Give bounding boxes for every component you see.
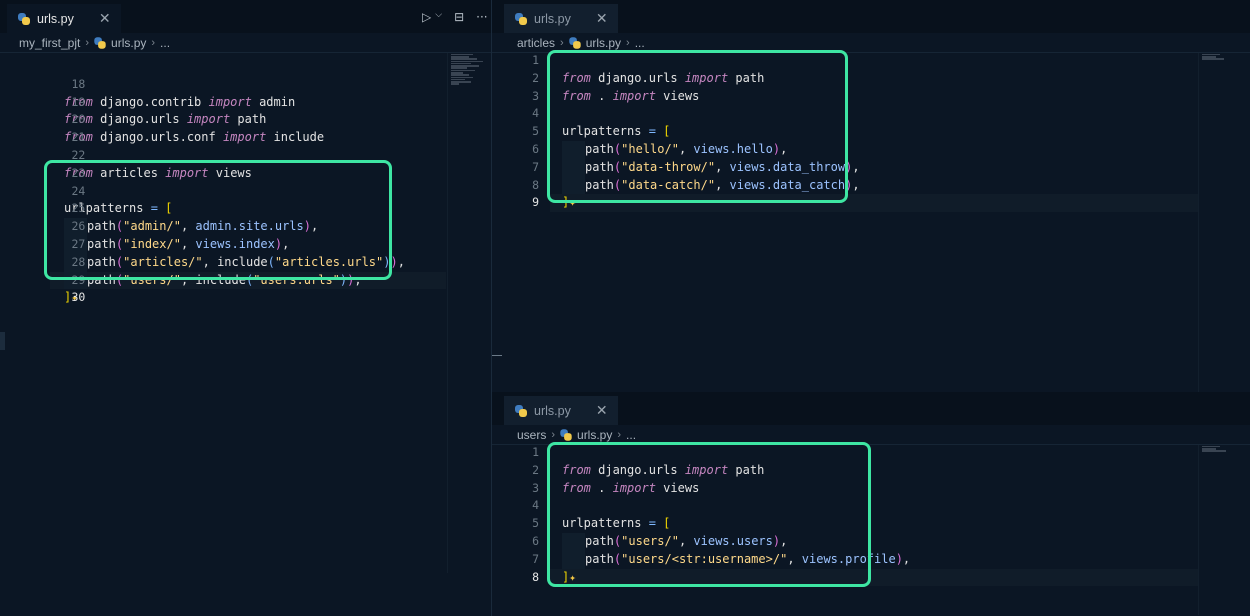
python-file-icon — [560, 428, 572, 441]
line-number: 7 — [532, 159, 539, 174]
articles-editor-pane: urls.py ✕ articles › urls.py › ... 1 fro… — [492, 0, 1250, 396]
breadcrumb: my_first_pjt › urls.py › ... — [0, 33, 491, 53]
breadcrumb: articles › urls.py › ... — [492, 33, 1250, 53]
code-line: 30 — [0, 272, 491, 304]
code-line: 25 path("admin/", admin.site.urls), — [0, 183, 491, 236]
python-file-icon — [568, 36, 581, 49]
line-number: 1 — [532, 53, 539, 67]
chevron-right-icon: › — [85, 36, 90, 49]
code-line: 29 ]✦ — [0, 254, 491, 305]
line-number: 1 — [532, 445, 539, 459]
breadcrumb-symbol[interactable]: ... — [160, 36, 170, 50]
editor-actions: ▷ ⌵ ⊟ ··· — [422, 10, 488, 24]
close-icon[interactable]: ✕ — [596, 402, 608, 419]
breadcrumb-file[interactable]: urls.py — [577, 428, 612, 442]
code-line: 18 from django.contrib import admin — [0, 58, 491, 109]
python-file-icon — [515, 404, 527, 417]
close-icon[interactable]: ✕ — [596, 10, 608, 27]
breadcrumb-folder[interactable]: users — [517, 428, 546, 442]
code-line: 27 path("articles/", include("articles.u… — [0, 218, 491, 272]
breadcrumb-folder[interactable]: my_first_pjt — [19, 36, 80, 50]
minimap[interactable] — [1198, 445, 1242, 615]
minimap[interactable] — [1198, 53, 1242, 393]
tab-articles-urls-py[interactable]: urls.py ✕ — [504, 4, 618, 33]
code-line: 26 path("index/", views.index), — [0, 200, 491, 254]
run-icon[interactable]: ▷ — [422, 10, 431, 24]
breadcrumb-folder[interactable]: articles — [517, 36, 555, 50]
code-line: 20 from django.urls.conf import include — [0, 94, 491, 144]
line-number: 7 — [532, 551, 539, 566]
python-file-icon — [515, 12, 527, 25]
breadcrumb-symbol[interactable]: ... — [635, 36, 645, 50]
line-number: 6 — [532, 533, 539, 548]
line-number: 9 — [532, 195, 539, 210]
chevron-right-icon: › — [151, 36, 156, 49]
chevron-right-icon: › — [551, 428, 556, 441]
articles-tab-bar: urls.py ✕ — [492, 0, 1250, 33]
line-number: 3 — [532, 480, 539, 495]
line-number: 8 — [532, 569, 539, 584]
users-tab-bar: urls.py ✕ — [492, 392, 1250, 425]
code-area[interactable]: 1 from django.urls import path 2 from . … — [492, 52, 1250, 213]
code-area[interactable]: 1 from django.urls import path 2 from . … — [492, 444, 1250, 587]
line-number: 8 — [532, 177, 539, 192]
line-number: 6 — [532, 141, 539, 156]
tab-urls-py-main[interactable]: urls.py ✕ — [7, 4, 121, 33]
breadcrumb: users › urls.py › ... — [492, 425, 1250, 445]
line-number: 4 — [532, 106, 539, 121]
line-number: 5 — [532, 124, 539, 139]
code-line: 19 from django.urls import path — [0, 76, 491, 127]
code-line: 23 — [0, 147, 491, 180]
left-tab-bar: urls.py ✕ ▷ ⌵ ⊟ ··· — [0, 0, 491, 33]
more-actions-icon[interactable]: ··· — [476, 10, 487, 24]
line-number: 2 — [532, 462, 539, 477]
scroll-indicator[interactable] — [0, 332, 5, 350]
code-line: 21 — [0, 111, 491, 144]
line-number: 2 — [532, 70, 539, 85]
tab-label: urls.py — [534, 11, 571, 26]
breadcrumb-file[interactable]: urls.py — [111, 36, 146, 50]
line-number: 5 — [532, 516, 539, 531]
minimap[interactable] — [447, 53, 491, 573]
sash-handle[interactable] — [492, 355, 502, 356]
chevron-down-icon[interactable]: ⌵ — [435, 10, 442, 24]
tab-users-urls-py[interactable]: urls.py ✕ — [504, 396, 618, 425]
chevron-right-icon: › — [560, 36, 564, 49]
split-editor-icon[interactable]: ⊟ — [454, 10, 464, 24]
chevron-right-icon: › — [626, 36, 630, 49]
line-number: 30 — [71, 290, 86, 305]
code-area[interactable]: 18 from django.contrib import admin 19 f… — [0, 58, 491, 305]
chevron-right-icon: › — [617, 428, 622, 441]
breadcrumb-file[interactable]: urls.py — [586, 36, 621, 50]
line-number: 3 — [532, 88, 539, 103]
users-editor-pane: urls.py ✕ users › urls.py › ... 1 from d… — [492, 392, 1250, 616]
left-editor-pane: urls.py ✕ ▷ ⌵ ⊟ ··· my_first_pjt › urls.… — [0, 0, 491, 616]
close-icon[interactable]: ✕ — [99, 10, 111, 27]
breadcrumb-symbol[interactable]: ... — [626, 428, 636, 442]
tab-label: urls.py — [534, 403, 571, 418]
python-file-icon — [94, 36, 106, 49]
tab-label: urls.py — [37, 11, 74, 26]
python-file-icon — [18, 12, 30, 25]
line-number: 4 — [532, 498, 539, 513]
code-line: 24 urlpatterns = [ — [0, 165, 491, 216]
code-line: 28 path("users/", include("users.urls"))… — [0, 236, 491, 290]
code-line: 22 from articles import views — [0, 129, 491, 180]
